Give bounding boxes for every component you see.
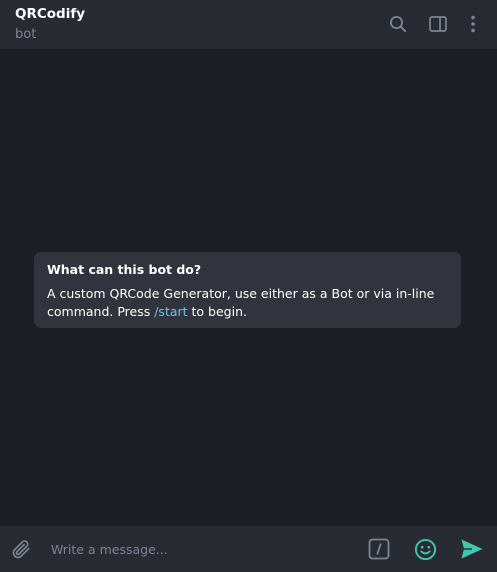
search-icon[interactable] [387, 13, 409, 35]
chat-title[interactable]: QRCodify [15, 6, 85, 22]
message-composer [0, 526, 497, 572]
bot-info-card: What can this bot do? A custom QRCode Ge… [34, 252, 461, 328]
more-vert-icon[interactable] [462, 13, 484, 35]
bot-info-description: A custom QRCode Generator, use either as… [47, 285, 448, 321]
chat-area: What can this bot do? A custom QRCode Ge… [0, 51, 497, 526]
emoji-icon[interactable] [414, 538, 437, 561]
start-command-link[interactable]: /start [154, 304, 187, 319]
bot-info-title: What can this bot do? [47, 262, 202, 277]
send-icon[interactable] [460, 538, 484, 560]
paperclip-icon[interactable] [9, 537, 33, 561]
chat-header: QRCodify bot [0, 0, 497, 50]
chat-subtitle: bot [15, 27, 37, 42]
bot-commands-icon[interactable] [368, 538, 390, 560]
sidebar-panel-icon[interactable] [427, 13, 449, 35]
message-input[interactable] [44, 534, 344, 564]
bot-info-text-after: to begin. [187, 304, 247, 319]
